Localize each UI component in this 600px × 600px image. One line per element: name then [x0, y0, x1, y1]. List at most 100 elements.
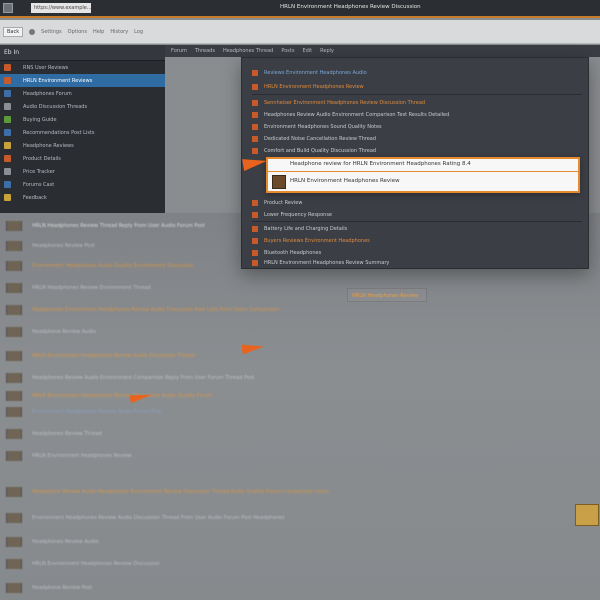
popup-row[interactable]: Headphones Review Audio Environment Comp…: [252, 110, 449, 119]
list-item[interactable]: HRLN Environment Headphones Review Audio…: [6, 351, 195, 361]
item-icon: [252, 69, 258, 76]
thumbnail: [6, 537, 22, 547]
back-button[interactable]: Back: [3, 26, 24, 37]
breadcrumb-item[interactable]: Posts: [281, 48, 294, 54]
thumbnail: [6, 391, 22, 401]
cast-icon: [4, 181, 11, 188]
popup-row[interactable]: Buyers Reviews Environment Headphones: [252, 236, 370, 245]
sidebar-item[interactable]: Product Details: [0, 152, 165, 165]
sidebar-item[interactable]: RNS User Reviews: [0, 61, 165, 74]
thumbnail: [6, 305, 22, 315]
toolbar-link-history[interactable]: History: [110, 29, 128, 35]
list-item[interactable]: Headphones Review Thread: [6, 429, 102, 439]
list-item[interactable]: Environment Headphones Review Audio Foru…: [6, 407, 162, 417]
item-icon: [252, 249, 258, 256]
item-icon: [252, 237, 258, 244]
list-item[interactable]: HRLN Environment Headphones Review: [6, 451, 132, 461]
popup-row[interactable]: Lower Frequency Response: [252, 210, 332, 219]
thumbnail: [6, 241, 22, 251]
breadcrumb-item[interactable]: Forum: [171, 48, 187, 54]
item-icon: [252, 199, 258, 206]
thumbnail: [6, 261, 22, 271]
dialog-text: HRLN Environment Headphones Review: [290, 178, 400, 184]
list-item[interactable]: Environment Headphones Review Audio Disc…: [6, 513, 285, 523]
thumbnail: [6, 487, 22, 497]
sidebar-item[interactable]: Audio Discussion Threads: [0, 100, 165, 113]
breadcrumb-item[interactable]: Threads: [195, 48, 215, 54]
app-icon: [3, 3, 13, 13]
feedback-icon: [4, 194, 11, 201]
sidebar-item[interactable]: Recommendations Post Lists: [0, 126, 165, 139]
address-bar[interactable]: https://www.example...: [31, 3, 91, 13]
list-item[interactable]: Headphone Review Audio: [6, 327, 96, 337]
item-icon: [252, 259, 258, 266]
window-title: HRLN Environment Headphones Review Discu…: [280, 4, 421, 10]
dialog-divider: [268, 171, 578, 172]
sidebar-item[interactable]: Forums Cast: [0, 178, 165, 191]
list-item[interactable]: Headphones Review Audio Environment Comp…: [6, 373, 255, 383]
toolbar-link-log[interactable]: Log: [134, 29, 143, 35]
highlight-dialog[interactable]: Headphone review for HRLN Environment He…: [266, 157, 580, 193]
item-icon: [252, 135, 258, 142]
list-item[interactable]: HRLN Environment Headphones Review Discu…: [6, 391, 213, 401]
thumbnail: [6, 327, 22, 337]
thumbnail: [6, 451, 22, 461]
star-icon: [4, 142, 11, 149]
list-item[interactable]: HRLN Headphones Review Thread Reply From…: [6, 221, 205, 231]
thumbnail: [6, 429, 22, 439]
breadcrumb-item[interactable]: Edit: [302, 48, 312, 54]
toolbar-link-settings[interactable]: Settings: [41, 29, 62, 35]
toolbar-link-options[interactable]: Options: [68, 29, 87, 35]
toolbar: Back Settings Options Help History Log: [0, 20, 600, 44]
sidebar: Eb In RNS User Reviews HRLN Environment …: [0, 45, 165, 213]
refresh-icon[interactable]: [29, 28, 36, 35]
forum-icon: [4, 90, 11, 97]
popup-row[interactable]: Bluetooth Headphones: [252, 248, 321, 257]
sidebar-item[interactable]: Price Tracker: [0, 165, 165, 178]
toolbar-link-help[interactable]: Help: [93, 29, 104, 35]
dialog-title: Headphone review for HRLN Environment He…: [290, 161, 471, 167]
breadcrumb: Forum Threads Headphones Thread Posts Ed…: [165, 45, 600, 57]
sidebar-item[interactable]: Headphones Forum: [0, 87, 165, 100]
list-item[interactable]: Headphones Review Post: [6, 241, 95, 251]
popup-row[interactable]: Product Review: [252, 198, 302, 207]
list-item[interactable]: Headphones Review Audio: [6, 537, 99, 547]
folder-icon: [4, 64, 11, 71]
price-icon: [4, 168, 11, 175]
list-item[interactable]: Headphones Environment Headphones Review…: [6, 305, 279, 315]
breadcrumb-item[interactable]: Headphones Thread: [223, 48, 273, 54]
thumbnail: [6, 559, 22, 569]
item-icon: [252, 99, 258, 106]
info-icon: [4, 155, 11, 162]
list-item[interactable]: Environment Headphones Audio Quality Env…: [6, 261, 194, 271]
popup-row[interactable]: Environment Headphones Sound Quality Not…: [252, 122, 382, 131]
popup-row[interactable]: Battery Life and Charging Details: [252, 224, 347, 233]
item-icon: [252, 111, 258, 118]
list-item[interactable]: HRLN Environment Headphones Review Discu…: [6, 559, 160, 569]
list-item[interactable]: Headphone Review Post: [6, 583, 92, 593]
thumbnail: [6, 407, 22, 417]
item-icon: [252, 211, 258, 218]
popup-row[interactable]: Comfort and Build Quality Discussion Thr…: [252, 146, 376, 155]
guide-icon: [4, 116, 11, 123]
sidebar-item[interactable]: Feedback: [0, 191, 165, 204]
item-icon: [252, 147, 258, 154]
thumbnail: [6, 283, 22, 293]
item-icon: [252, 123, 258, 130]
thumbnail: [6, 513, 22, 523]
popup-row[interactable]: Sennheiser Environment Headphones Review…: [252, 98, 425, 107]
thumbnail-image[interactable]: [575, 504, 599, 526]
breadcrumb-item[interactable]: Reply: [320, 48, 334, 54]
sidebar-item[interactable]: Buying Guide: [0, 113, 165, 126]
thumbnail: [6, 351, 22, 361]
popup-row[interactable]: Dedicated Noise Cancellation Review Thre…: [252, 134, 376, 143]
popup-row[interactable]: HRLN Environment Headphones Review: [252, 82, 364, 91]
popup-row[interactable]: HRLN Environment Headphones Review Summa…: [252, 258, 389, 267]
list-item[interactable]: Headphone Review Audio Headphones Enviro…: [6, 487, 329, 497]
thread-icon: [4, 103, 11, 110]
popup-row[interactable]: Reviews Environment Headphones Audio: [252, 68, 367, 77]
sidebar-item[interactable]: Headphone Reviews: [0, 139, 165, 152]
side-box[interactable]: HRLN Headphones Review: [347, 288, 427, 302]
sidebar-item-active[interactable]: HRLN Environment Reviews: [0, 74, 165, 87]
list-item[interactable]: HRLN Headphones Review Environment Threa…: [6, 283, 151, 293]
